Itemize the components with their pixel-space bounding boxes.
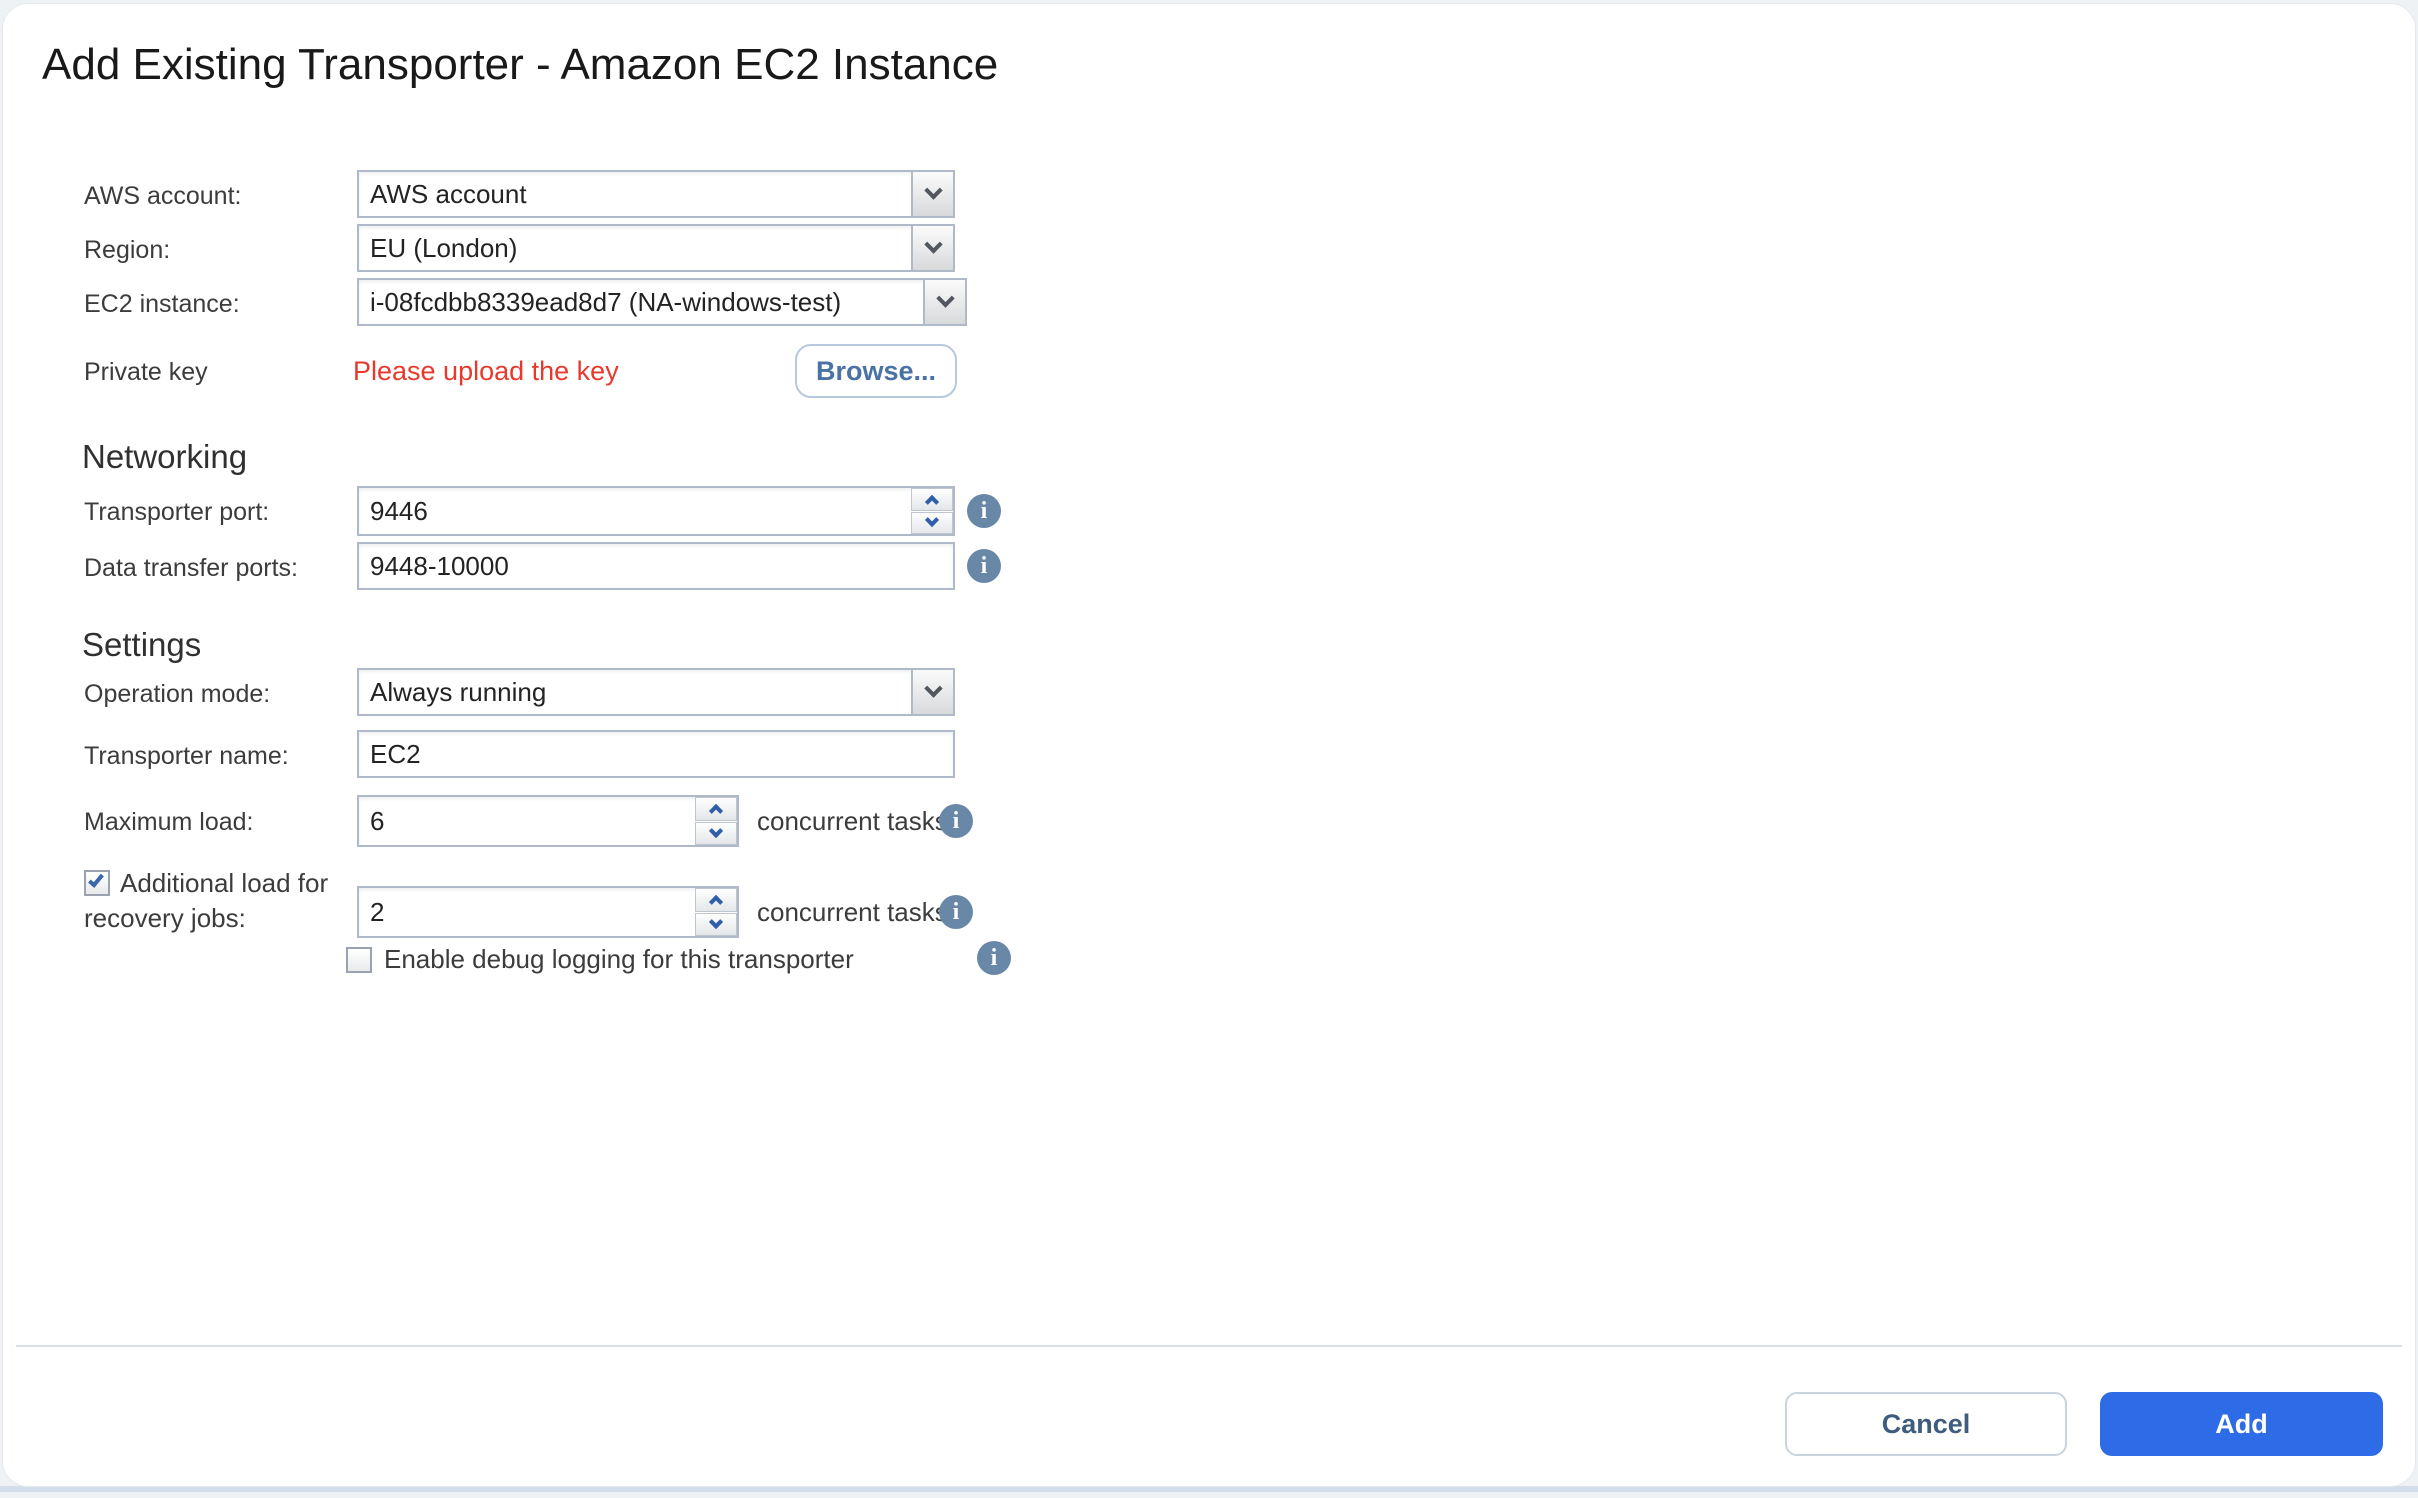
additional-load-spinner xyxy=(357,886,739,938)
transporter-port-info-icon[interactable]: i xyxy=(967,494,1001,528)
ec2-instance-dropdown-trigger[interactable] xyxy=(923,280,965,324)
footer-divider xyxy=(16,1345,2402,1347)
chevron-up-icon xyxy=(709,895,723,909)
transporter-name-label: Transporter name: xyxy=(84,742,289,771)
maximum-load-label: Maximum load: xyxy=(84,808,254,837)
private-key-label: Private key xyxy=(84,358,208,387)
additional-load-row: Additional load for recovery jobs: xyxy=(84,866,376,936)
debug-logging-checkbox[interactable] xyxy=(346,947,372,973)
aws-account-select[interactable]: AWS account xyxy=(357,170,955,218)
chevron-down-icon xyxy=(925,513,939,527)
browse-button[interactable]: Browse... xyxy=(795,344,957,398)
chevron-down-icon xyxy=(709,915,723,929)
debug-logging-info-icon[interactable]: i xyxy=(977,941,1011,975)
chevron-down-icon xyxy=(924,235,942,253)
operation-mode-select[interactable]: Always running xyxy=(357,668,955,716)
region-value: EU (London) xyxy=(359,233,517,264)
maximum-load-input[interactable] xyxy=(357,795,739,847)
add-button[interactable]: Add xyxy=(2100,1392,2383,1456)
operation-mode-dropdown-trigger[interactable] xyxy=(911,670,953,714)
debug-logging-row: Enable debug logging for this transporte… xyxy=(346,944,854,975)
screen-canvas: Add Existing Transporter - Amazon EC2 In… xyxy=(0,0,2418,1498)
maximum-load-spin-up[interactable] xyxy=(695,797,737,821)
aws-account-label: AWS account: xyxy=(84,182,241,211)
settings-heading: Settings xyxy=(82,626,201,664)
additional-load-info-icon[interactable]: i xyxy=(939,895,973,929)
ec2-instance-select[interactable]: i-08fcdbb8339ead8d7 (NA-windows-test) xyxy=(357,278,967,326)
debug-logging-label: Enable debug logging for this transporte… xyxy=(384,944,854,975)
additional-load-spin-down[interactable] xyxy=(695,913,737,937)
page-title: Add Existing Transporter - Amazon EC2 In… xyxy=(42,40,998,90)
chevron-down-icon xyxy=(924,679,942,697)
additional-load-spin-up[interactable] xyxy=(695,888,737,912)
maximum-load-spinner xyxy=(357,795,739,847)
checkmark-icon xyxy=(88,871,104,888)
ec2-instance-label: EC2 instance: xyxy=(84,290,240,319)
ec2-instance-value: i-08fcdbb8339ead8d7 (NA-windows-test) xyxy=(359,287,841,318)
chevron-down-icon xyxy=(924,181,942,199)
transporter-port-spin-up[interactable] xyxy=(911,488,953,511)
operation-mode-label: Operation mode: xyxy=(84,680,270,709)
cancel-button[interactable]: Cancel xyxy=(1785,1392,2067,1456)
transporter-port-label: Transporter port: xyxy=(84,498,269,527)
operation-mode-value: Always running xyxy=(359,677,546,708)
maximum-load-suffix: concurrent tasks xyxy=(757,806,948,837)
aws-account-dropdown-trigger[interactable] xyxy=(911,172,953,216)
private-key-error-message: Please upload the key xyxy=(353,356,619,387)
data-transfer-ports-label: Data transfer ports: xyxy=(84,554,298,583)
additional-load-suffix: concurrent tasks xyxy=(757,897,948,928)
transporter-port-spin-down[interactable] xyxy=(911,512,953,535)
additional-load-checkbox[interactable] xyxy=(84,870,110,896)
data-transfer-ports-info-icon[interactable]: i xyxy=(967,549,1001,583)
additional-load-input[interactable] xyxy=(357,886,739,938)
maximum-load-info-icon[interactable]: i xyxy=(939,804,973,838)
chevron-down-icon xyxy=(936,289,954,307)
chevron-up-icon xyxy=(925,495,939,509)
chevron-down-icon xyxy=(709,824,723,838)
chevron-up-icon xyxy=(709,804,723,818)
transporter-port-input[interactable] xyxy=(357,486,955,536)
maximum-load-spin-down[interactable] xyxy=(695,822,737,846)
transporter-name-input[interactable] xyxy=(357,730,955,778)
region-label: Region: xyxy=(84,236,170,265)
region-dropdown-trigger[interactable] xyxy=(911,226,953,270)
additional-load-label: Additional load for recovery jobs: xyxy=(84,868,328,933)
aws-account-value: AWS account xyxy=(359,179,527,210)
data-transfer-ports-input[interactable] xyxy=(357,542,955,590)
transporter-port-spinner xyxy=(357,486,955,536)
region-select[interactable]: EU (London) xyxy=(357,224,955,272)
networking-heading: Networking xyxy=(82,438,247,476)
